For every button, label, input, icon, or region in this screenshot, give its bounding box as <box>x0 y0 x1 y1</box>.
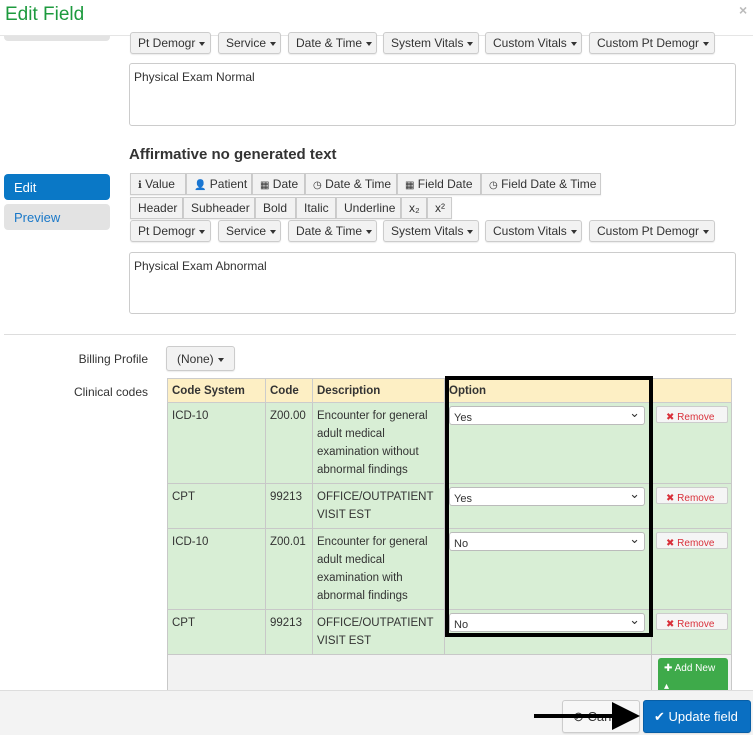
insert-menu-dropdown[interactable]: System Vitals <box>383 32 479 54</box>
column-header: Code <box>265 378 313 403</box>
dialog-title: Edit Field <box>5 4 85 25</box>
user-icon: 👤 <box>194 180 207 191</box>
calendar-icon: ▦ <box>260 180 270 191</box>
column-header: Code System <box>167 378 266 403</box>
close-icon[interactable]: × <box>739 2 747 18</box>
billing-profile-label: Billing Profile <box>78 352 148 366</box>
format-button[interactable]: Italic <box>296 197 336 219</box>
remove-button[interactable]: ✖ Remove <box>656 613 728 630</box>
highlight-box <box>445 376 653 637</box>
code-system-cell: ICD-10 <box>167 528 266 610</box>
description-cell: Encounter for general adult medical exam… <box>312 528 445 610</box>
format-button[interactable]: Bold <box>255 197 296 219</box>
description-cell: OFFICE/OUTPATIENT VISIT EST <box>312 609 445 655</box>
sidebar-item-edit[interactable]: Edit <box>4 174 110 200</box>
billing-profile-dropdown[interactable]: (None) <box>166 346 235 371</box>
arrow-annotation <box>534 702 640 730</box>
insert-patient-button[interactable]: 👤 Patient <box>186 173 252 195</box>
code-system-cell: CPT <box>167 483 266 529</box>
code-cell: Z00.01 <box>265 528 313 610</box>
clinical-codes-label: Clinical codes <box>73 385 148 399</box>
section-heading: Affirmative no generated text <box>129 146 337 163</box>
insert-menu-dropdown[interactable]: Custom Vitals <box>485 32 582 54</box>
insert-menu-dropdown[interactable]: Service <box>218 220 281 242</box>
clock-icon: ◷ <box>313 180 322 191</box>
code-system-cell: CPT <box>167 609 266 655</box>
format-button[interactable]: Subheader <box>183 197 255 219</box>
insert-menu-dropdown[interactable]: Pt Demogr <box>130 32 211 54</box>
sidebar-item-preview[interactable]: Preview <box>4 204 110 230</box>
insert-menu-dropdown[interactable]: System Vitals <box>383 220 479 242</box>
format-button[interactable]: x₂ <box>401 197 427 219</box>
remove-button[interactable]: ✖ Remove <box>656 406 728 423</box>
remove-icon: ✖ <box>666 412 675 423</box>
code-cell: 99213 <box>265 609 313 655</box>
update-field-button[interactable]: ✔ Update field <box>643 700 751 733</box>
code-system-cell: ICD-10 <box>167 402 266 484</box>
insert-menu-dropdown[interactable]: Custom Vitals <box>485 220 582 242</box>
insert-date-button[interactable]: ▦ Date <box>252 173 305 195</box>
code-cell: Z00.00 <box>265 402 313 484</box>
clock-icon: ◷ <box>489 180 498 191</box>
remove-button[interactable]: ✖ Remove <box>656 487 728 504</box>
remove-button[interactable]: ✖ Remove <box>656 532 728 549</box>
column-header: Description <box>312 378 445 403</box>
remove-icon: ✖ <box>666 493 675 504</box>
sidebar-item[interactable] <box>4 36 110 41</box>
remove-icon: ✖ <box>666 619 675 630</box>
info-icon: ℹ <box>138 180 142 191</box>
description-cell: Encounter for general adult medical exam… <box>312 402 445 484</box>
insert-field-date-button[interactable]: ▦ Field Date <box>397 173 481 195</box>
insert-field-date-time-button[interactable]: ◷ Field Date & Time <box>481 173 601 195</box>
divider <box>4 334 736 335</box>
insert-menu-dropdown[interactable]: Date & Time <box>288 32 377 54</box>
insert-menu-dropdown[interactable]: Custom Pt Demogr <box>589 32 715 54</box>
affirmative-textarea[interactable]: Physical Exam Normal <box>129 63 736 126</box>
billing-value: (None) <box>177 352 214 366</box>
insert-date-time-button[interactable]: ◷ Date & Time <box>305 173 397 195</box>
negative-textarea[interactable]: Physical Exam Abnormal <box>129 252 736 314</box>
code-cell: 99213 <box>265 483 313 529</box>
format-button[interactable]: Header <box>130 197 183 219</box>
description-cell: OFFICE/OUTPATIENT VISIT EST <box>312 483 445 529</box>
format-button[interactable]: x² <box>427 197 452 219</box>
insert-menu-dropdown[interactable]: Pt Demogr <box>130 220 211 242</box>
insert-value-button[interactable]: ℹ Value <box>130 173 186 195</box>
insert-menu-dropdown[interactable]: Service <box>218 32 281 54</box>
insert-menu-dropdown[interactable]: Custom Pt Demogr <box>589 220 715 242</box>
insert-menu-dropdown[interactable]: Date & Time <box>288 220 377 242</box>
remove-icon: ✖ <box>666 538 675 549</box>
format-button[interactable]: Underline <box>336 197 401 219</box>
calendar-icon: ▦ <box>405 180 415 191</box>
